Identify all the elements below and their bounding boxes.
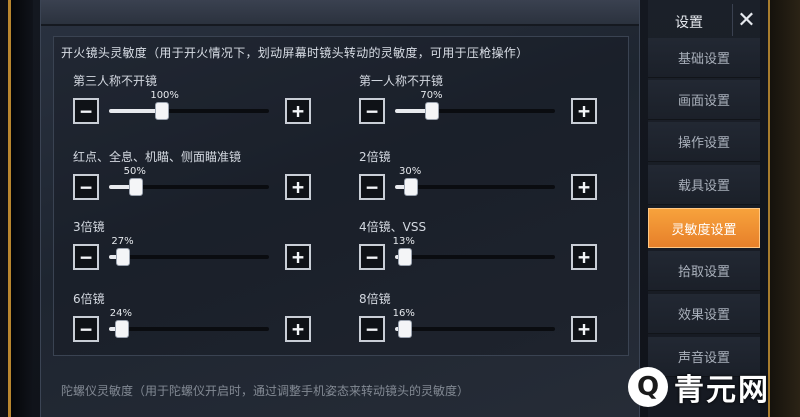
slider-block: 3倍镜 − 27% +: [73, 218, 313, 278]
increase-button[interactable]: +: [571, 316, 597, 342]
slider-block: 红点、全息、机瞄、侧面瞄准镜 − 50% +: [73, 148, 313, 208]
slider-label: 第一人称不开镜: [359, 74, 444, 88]
slider-track[interactable]: [109, 178, 269, 196]
nav-item[interactable]: 画面设置: [648, 80, 760, 120]
nav-item[interactable]: 操作设置: [648, 122, 760, 162]
slider-block: 2倍镜 − 30% +: [359, 148, 599, 208]
slider-track[interactable]: [395, 102, 555, 120]
slider-value: 100%: [150, 90, 179, 101]
slider-track[interactable]: [109, 248, 269, 266]
close-button[interactable]: ✕: [732, 4, 760, 36]
slider-value: 50%: [123, 166, 146, 177]
decrease-button[interactable]: −: [359, 244, 385, 270]
nav-item[interactable]: 拾取设置: [648, 251, 760, 291]
nav-item[interactable]: 基础设置: [648, 38, 760, 78]
slider-label: 6倍镜: [73, 292, 105, 306]
close-icon: ✕: [737, 7, 756, 33]
slider-value: 16%: [392, 308, 415, 319]
slider-value: 70%: [420, 90, 443, 101]
slider-thumb[interactable]: [155, 102, 170, 120]
increase-button[interactable]: +: [285, 244, 311, 270]
decrease-button[interactable]: −: [73, 316, 99, 342]
increase-button[interactable]: +: [285, 316, 311, 342]
slider-value: 24%: [109, 308, 133, 319]
watermark-text: 青元网: [674, 373, 770, 408]
decrease-button[interactable]: −: [359, 174, 385, 200]
slider-track[interactable]: [109, 102, 269, 120]
slider-thumb[interactable]: [128, 178, 143, 196]
slider-track[interactable]: [395, 178, 555, 196]
slider-thumb[interactable]: [116, 248, 131, 266]
slider-track[interactable]: [109, 320, 269, 338]
right-border: [768, 0, 800, 417]
slider-thumb[interactable]: [114, 320, 129, 338]
decrease-button[interactable]: −: [73, 244, 99, 270]
nav-item[interactable]: 效果设置: [648, 294, 760, 334]
slider-block: 第三人称不开镜 − 100% +: [73, 72, 313, 132]
slider-value: 27%: [111, 236, 134, 247]
slider-label: 2倍镜: [359, 150, 391, 164]
decrease-button[interactable]: −: [359, 316, 385, 342]
slider-fill: [109, 109, 163, 113]
nav-item[interactable]: 载具设置: [648, 165, 760, 205]
slider-label: 8倍镜: [359, 292, 391, 306]
slider-label: 第三人称不开镜: [73, 74, 158, 88]
increase-button[interactable]: +: [571, 174, 597, 200]
increase-button[interactable]: +: [285, 98, 311, 124]
watermark: Q 青元网: [628, 362, 800, 412]
next-section-title: 陀螺仪灵敏度（用于陀螺仪开启时，通过调整手机姿态来转动镜头的灵敏度）: [61, 384, 470, 398]
slider-block: 8倍镜 −16% +: [359, 290, 599, 350]
decrease-button[interactable]: −: [359, 98, 385, 124]
slider-thumb[interactable]: [404, 178, 418, 196]
settings-panel: 开火镜头灵敏度（用于开火情况下，划动屏幕时镜头转动的灵敏度，可用于压枪操作） 第…: [40, 0, 640, 417]
slider-thumb[interactable]: [397, 320, 412, 338]
slider-thumb[interactable]: [397, 248, 412, 266]
slider-value: 13%: [392, 236, 415, 247]
slider-value: 30%: [399, 166, 422, 177]
increase-button[interactable]: +: [285, 174, 311, 200]
section-title: 开火镜头灵敏度（用于开火情况下，划动屏幕时镜头转动的灵敏度，可用于压枪操作）: [61, 46, 529, 60]
decrease-button[interactable]: −: [73, 98, 99, 124]
slider-label: 4倍镜、VSS: [359, 220, 427, 234]
panel-top-strip: [41, 0, 639, 26]
slider-label: 红点、全息、机瞄、侧面瞄准镜: [73, 150, 242, 164]
increase-button[interactable]: +: [571, 98, 597, 124]
nav-item[interactable]: 灵敏度设置: [648, 208, 760, 248]
nav-title: 设置: [675, 15, 703, 31]
watermark-logo: Q: [628, 367, 668, 407]
left-border: [11, 0, 33, 417]
decrease-button[interactable]: −: [73, 174, 99, 200]
slider-thumb[interactable]: [425, 102, 440, 120]
slider-track[interactable]: [395, 320, 555, 338]
slider-block: 6倍镜 −24% +: [73, 290, 313, 350]
slider-block: 第一人称不开镜 − 70% +: [359, 72, 599, 132]
increase-button[interactable]: +: [571, 244, 597, 270]
slider-block: 4倍镜、VSS −13% +: [359, 218, 599, 278]
slider-track[interactable]: [395, 248, 555, 266]
slider-label: 3倍镜: [73, 220, 105, 234]
